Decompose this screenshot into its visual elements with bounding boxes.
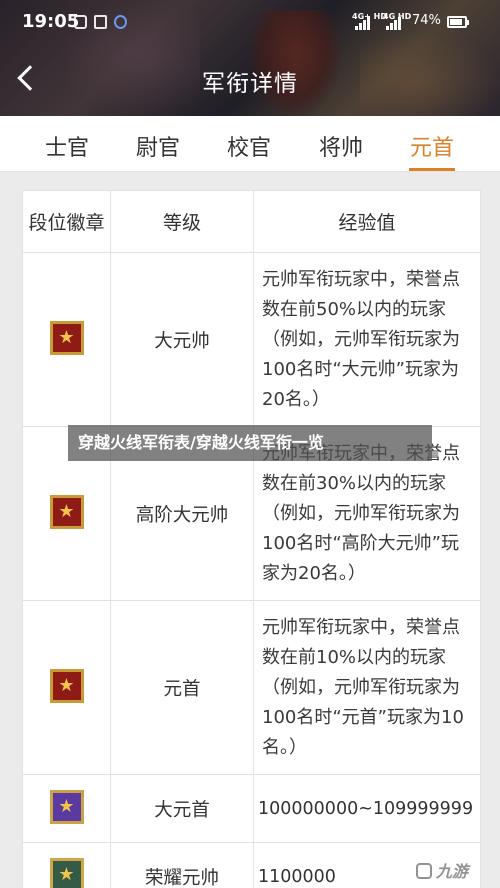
rank-badge-red-crest-icon xyxy=(49,668,84,703)
tab-jiangshuai[interactable]: 将帅 xyxy=(296,130,386,162)
tab-yuanshou[interactable]: 元首 xyxy=(387,130,477,171)
column-header-badge: 段位徽章 xyxy=(22,190,111,253)
rank-level: 元首 xyxy=(110,600,254,775)
rank-tabs: 士官 尉官 校官 将帅 元首 xyxy=(0,116,500,172)
title-bar: 军衔详情 xyxy=(0,50,500,106)
rank-exp: 元帅军衔玩家中，荣誉点数在前50%以内的玩家（例如，元帅军衔玩家为100名时“大… xyxy=(253,252,481,427)
table-row: 荣耀元帅 1100000 xyxy=(22,842,481,888)
tab-xiaoguan[interactable]: 校官 xyxy=(204,130,294,162)
column-header-level: 等级 xyxy=(110,190,254,253)
tab-label: 尉官 xyxy=(135,136,180,161)
table-row: 元首 元帅军衔玩家中，荣誉点数在前10%以内的玩家（例如，元帅军衔玩家为100名… xyxy=(22,600,481,775)
page-title: 军衔详情 xyxy=(202,71,298,97)
tab-label: 士官 xyxy=(44,136,89,161)
tab-weiguan[interactable]: 尉官 xyxy=(113,130,203,162)
column-header-exp: 经验值 xyxy=(253,190,481,253)
battery-icon xyxy=(447,16,467,28)
rank-exp: 100000000~109999999 xyxy=(253,774,481,843)
table-row: 大元首 100000000~109999999 xyxy=(22,774,481,843)
notification-icon xyxy=(74,15,87,29)
app-notification-icon xyxy=(114,15,127,29)
tab-label: 将帅 xyxy=(318,136,363,161)
rank-table-card: 段位徽章 等级 经验值 大元帅 元帅军衔玩家中，荣誉点数在前50%以内的玩家（例… xyxy=(22,190,481,888)
rank-level: 荣耀元帅 xyxy=(110,842,254,888)
battery-percent: 74% xyxy=(412,13,441,28)
tab-label: 元首 xyxy=(409,136,454,161)
watermark-text: 九游 xyxy=(436,862,469,881)
active-tab-indicator xyxy=(409,168,455,171)
rank-badge-red-star-icon xyxy=(49,320,84,355)
table-row: 大元帅 元帅军衔玩家中，荣誉点数在前50%以内的玩家（例如，元帅军衔玩家为100… xyxy=(22,252,481,427)
status-bar: 19:05 4G+ HD 4G HD 74% xyxy=(0,0,500,44)
rank-badge-purple-star-icon xyxy=(49,789,84,824)
signal-icon xyxy=(355,16,370,30)
rank-badge-green-emblem-icon xyxy=(49,857,84,888)
watermark: 九游 xyxy=(416,858,496,884)
status-time: 19:05 xyxy=(22,11,80,32)
overlay-caption: 穿越火线军衔表/穿越火线军衔一览 xyxy=(68,425,432,461)
tab-shiguan[interactable]: 士官 xyxy=(22,130,112,162)
table-header-row: 段位徽章 等级 经验值 xyxy=(22,190,481,253)
rank-exp: 元帅军衔玩家中，荣誉点数在前10%以内的玩家（例如，元帅军衔玩家为100名时“元… xyxy=(253,600,481,775)
tab-label: 校官 xyxy=(226,136,271,161)
rank-level: 大元帅 xyxy=(110,252,254,427)
rank-level: 大元首 xyxy=(110,774,254,843)
rank-table: 段位徽章 等级 经验值 大元帅 元帅军衔玩家中，荣誉点数在前50%以内的玩家（例… xyxy=(22,190,481,888)
signal-icon-2 xyxy=(386,16,401,30)
rank-badge-red-laurel-icon xyxy=(49,494,84,529)
watermark-logo-icon xyxy=(416,863,432,879)
message-icon xyxy=(94,15,107,29)
